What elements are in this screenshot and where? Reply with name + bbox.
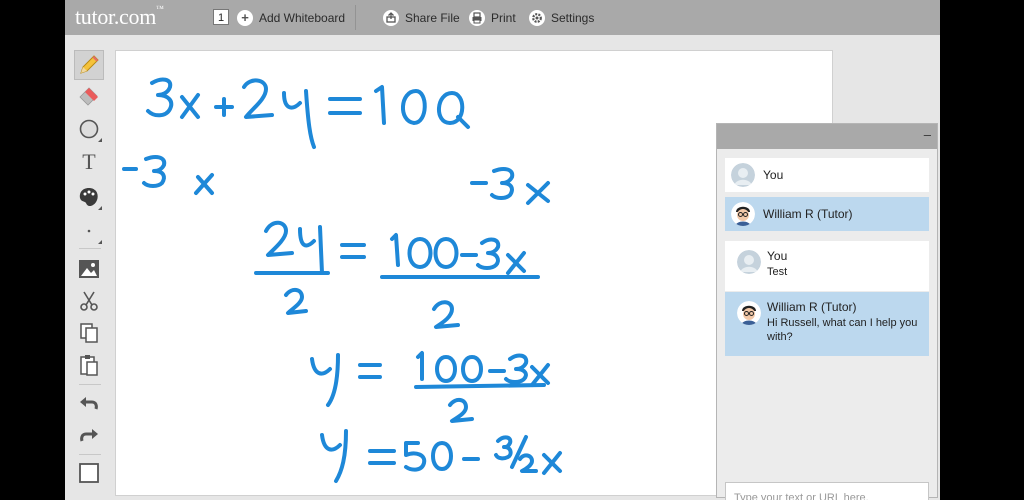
add-whiteboard-button[interactable]: + Add Whiteboard [237,0,345,35]
copy-icon [80,323,98,343]
undo-icon [80,397,98,410]
paste-icon [80,355,98,376]
message-sender: You [767,249,788,263]
background-icon [79,463,99,483]
tutor-avatar [737,301,761,325]
settings-button[interactable]: Settings [529,0,594,35]
ink-equation-3 [310,351,550,423]
chat-body: You William R (Tutor) You Test William R… [717,149,937,500]
eraser-icon [79,87,98,106]
ink-minus-3x-right [470,167,550,205]
undo-button[interactable] [74,388,104,418]
color-tool[interactable] [74,182,104,212]
submenu-arrow [98,240,102,244]
avatar [731,163,755,187]
logo-trademark: ™ [156,4,164,13]
line-width-tool[interactable] [74,216,104,246]
participant-tutor: William R (Tutor) [725,197,929,231]
tutor-avatar [731,202,755,226]
toolbar-separator [79,248,101,249]
message-text: Test [767,266,788,278]
add-whiteboard-label: Add Whiteboard [259,10,346,25]
submenu-arrow [98,206,102,210]
participant-name: You [763,168,784,182]
toolbar-separator [79,454,101,455]
share-file-label: Share File [405,10,460,25]
page-number-box[interactable]: 1 [213,9,229,25]
logo-text: tutor.com [75,4,157,29]
chat-message: William R (Tutor) Hi Russell, what can I… [725,292,929,356]
settings-label: Settings [551,10,595,25]
chat-panel: – You William R (Tutor) You Test William… [716,123,938,500]
pencil-tool[interactable] [74,50,104,80]
message-text: Hi Russell, what can I help you with? [767,317,918,343]
toolbar-divider [355,5,356,30]
image-icon [79,260,99,278]
scissors-icon [80,291,98,311]
pencil-icon [80,55,99,74]
ink-equation-1 [146,77,470,149]
eraser-tool[interactable] [74,82,104,112]
participant-you: You [725,158,929,192]
cut-tool[interactable] [74,286,104,316]
paste-tool[interactable] [74,350,104,380]
tutor-logo: tutor.com™ [75,4,164,30]
svg-text:T: T [82,149,96,173]
copy-tool[interactable] [74,318,104,348]
message-sender: William R (Tutor) [767,300,857,314]
ink-equation-2 [254,220,540,329]
chat-message-input[interactable] [725,482,929,500]
redo-icon [80,429,98,442]
participant-name: William R (Tutor) [763,207,853,221]
chat-header: – [717,124,937,149]
chat-minimize-button[interactable]: – [924,127,931,142]
shape-tool[interactable] [74,114,104,144]
submenu-arrow [98,138,102,142]
gear-icon [529,9,545,26]
avatar [737,250,761,274]
plus-icon: + [237,9,253,26]
whiteboard-app: tutor.com™ 1 + Add Whiteboard Share File… [65,0,940,500]
text-icon: T [82,149,96,173]
print-label: Print [491,10,516,25]
chat-message: You Test [725,241,929,291]
ink-minus-3x-left [122,155,214,195]
share-icon [383,9,399,26]
text-tool[interactable]: T [74,146,104,176]
printer-icon [469,9,485,26]
share-file-button[interactable]: Share File [383,0,460,35]
insert-image-tool[interactable] [74,254,104,284]
top-bar: tutor.com™ 1 + Add Whiteboard Share File… [65,0,940,35]
background-tool[interactable] [74,458,104,488]
toolbar-separator [79,384,101,385]
ink-equation-4 [320,429,562,483]
redo-button[interactable] [74,420,104,450]
print-button[interactable]: Print [469,0,516,35]
